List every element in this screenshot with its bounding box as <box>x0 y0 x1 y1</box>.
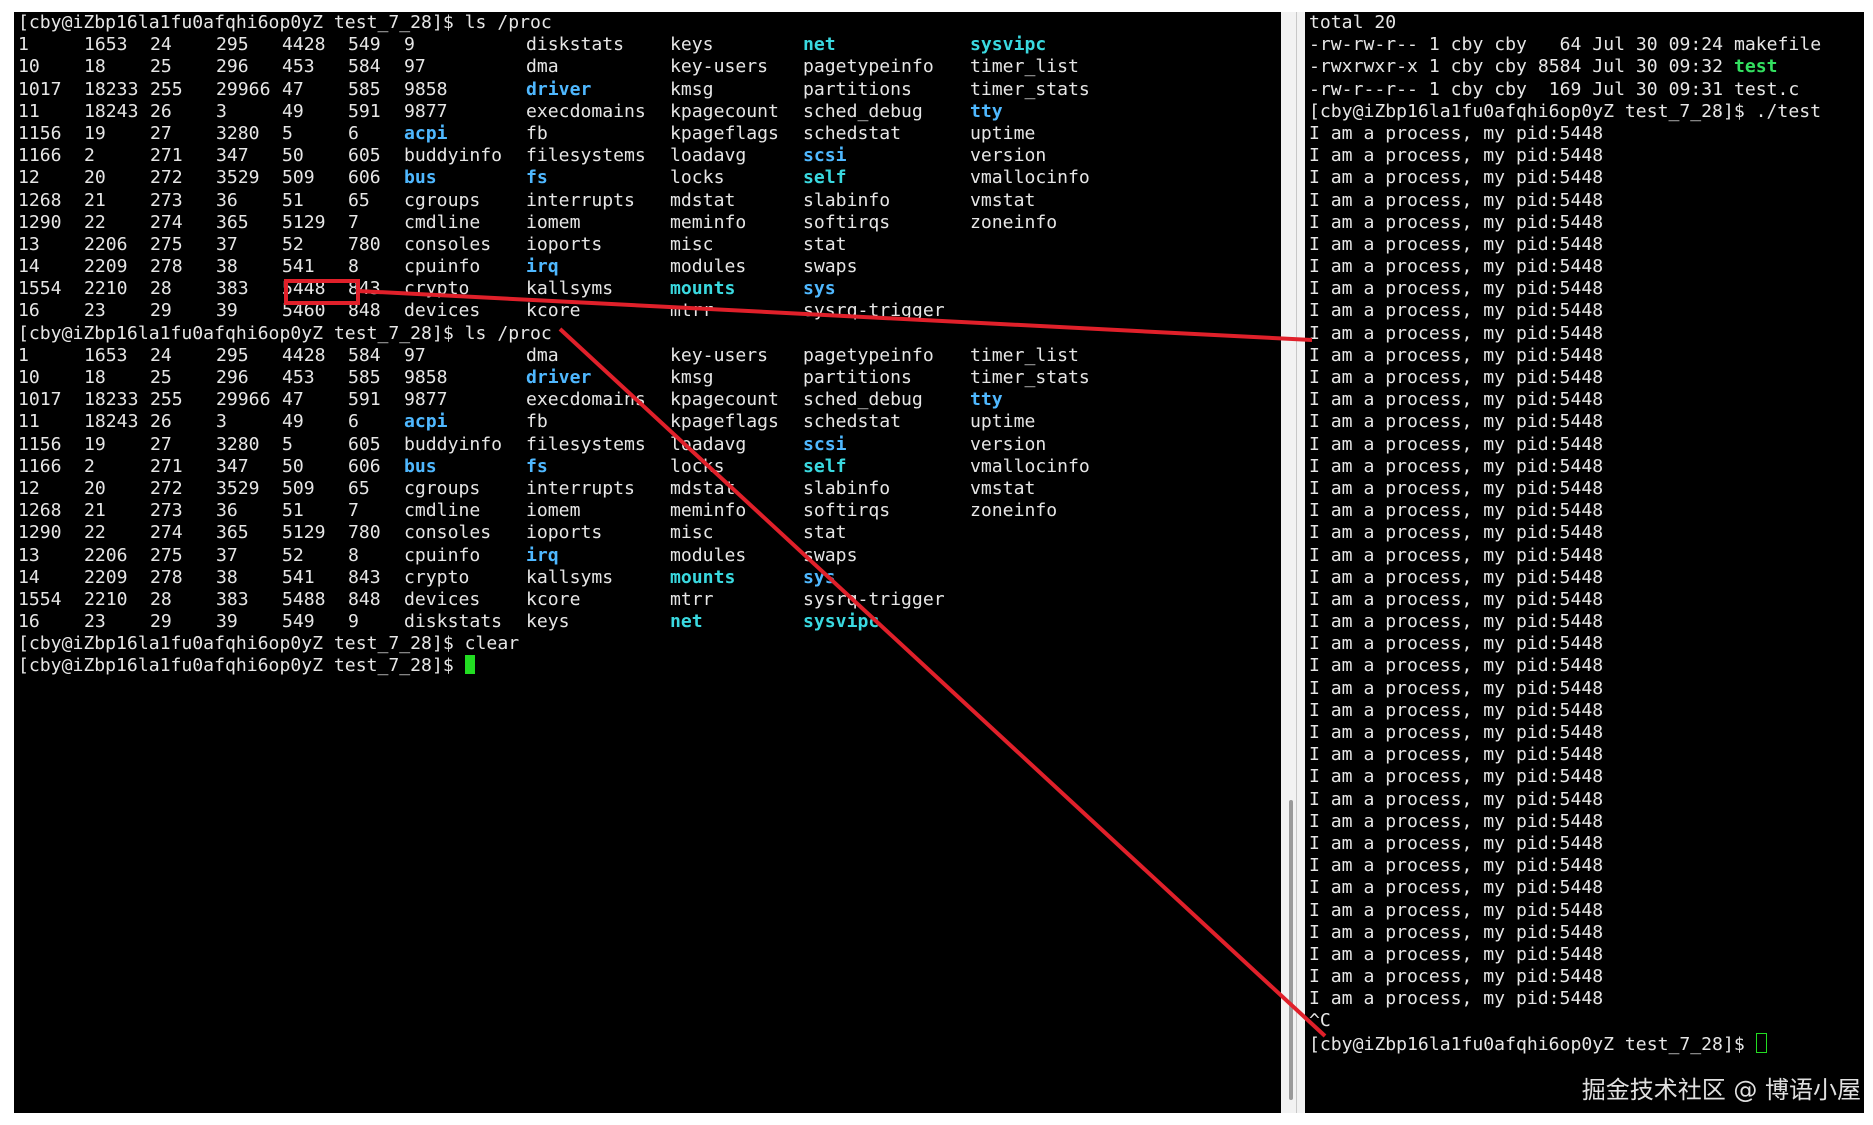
annotation-overlay <box>284 279 1327 1038</box>
pid-highlight-box <box>284 279 360 305</box>
annotation-line-to-output <box>357 289 1313 342</box>
watermark: 掘金技术社区 @ 博语小屋 <box>1581 1076 1861 1104</box>
annotation-line-to-interrupt <box>558 327 1327 1038</box>
